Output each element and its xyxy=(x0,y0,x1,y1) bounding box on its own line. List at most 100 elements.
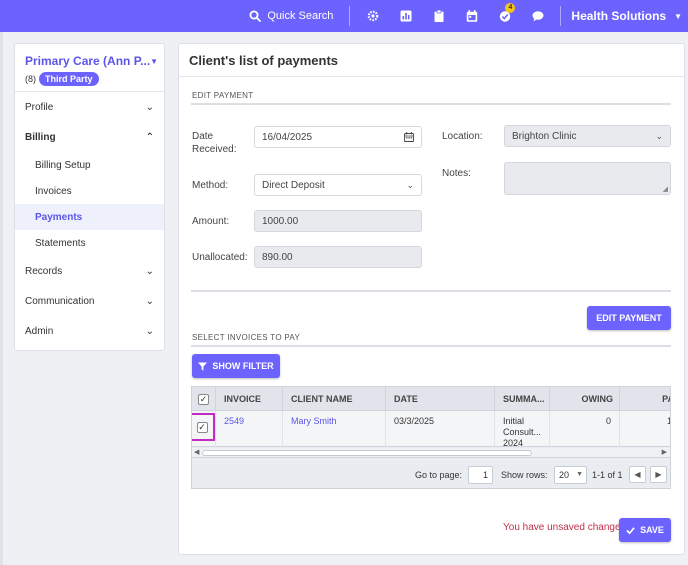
method-select[interactable]: Direct Deposit ⌄ xyxy=(254,174,422,196)
chevron-left-icon: ◀ xyxy=(634,470,641,479)
reports-button[interactable] xyxy=(389,0,422,32)
tasks-button[interactable]: 4 xyxy=(488,0,521,32)
column-header-client-name[interactable]: CLIENT NAME xyxy=(283,387,386,411)
method-label: Method: xyxy=(192,180,229,191)
rows-per-page-select[interactable]: 20 ▼ xyxy=(554,465,587,484)
column-header-paid[interactable]: PA xyxy=(620,387,670,411)
topbar-divider xyxy=(349,6,351,26)
calendar-icon[interactable] xyxy=(404,132,414,142)
table-row[interactable]: ✓ 2549 Mary Smith 03/3/2025 Initial Cons… xyxy=(192,411,670,447)
settings-button[interactable] xyxy=(356,0,389,32)
rows-per-page-value: 20 xyxy=(559,469,570,480)
select-all-cell: ✓ xyxy=(192,387,216,411)
show-rows-label: Show rows: xyxy=(501,469,548,480)
caret-down-icon: ▼ xyxy=(150,56,159,66)
scrollbar-thumb[interactable] xyxy=(202,450,532,456)
caret-down-icon: ▼ xyxy=(674,11,682,21)
column-header-date[interactable]: DATE xyxy=(386,387,495,411)
unsaved-changes-warning: You have unsaved changes xyxy=(503,522,626,533)
column-header-invoice[interactable]: INVOICE xyxy=(216,387,283,411)
client-switcher[interactable]: Primary Care (Ann P... ▼ xyxy=(25,54,158,68)
messages-button[interactable] xyxy=(521,0,554,32)
client-meta: (8) Third Party xyxy=(25,72,154,86)
save-label: SAVE xyxy=(640,525,664,535)
show-filter-button[interactable]: SHOW FILTER xyxy=(192,354,280,378)
sidebar-item-communication[interactable]: Communication ⌄ xyxy=(15,286,164,316)
location-label: Location: xyxy=(442,131,483,142)
row-select-cell: ✓ xyxy=(192,411,216,447)
sidebar-item-billing[interactable]: Billing ⌃ xyxy=(15,122,164,152)
notes-label: Notes: xyxy=(442,168,471,179)
chevron-down-icon: ⌄ xyxy=(145,101,154,113)
client-name: Primary Care (Ann P... xyxy=(25,54,151,68)
invoice-link[interactable]: 2549 xyxy=(216,411,283,447)
sidebar-subitem-payments[interactable]: Payments xyxy=(15,204,164,230)
gear-icon xyxy=(367,10,379,22)
go-to-page-label: Go to page: xyxy=(415,469,463,480)
tasks-badge: 4 xyxy=(505,3,516,13)
chevron-down-icon: ⌄ xyxy=(655,130,663,141)
invoices-grid: ✓ INVOICE CLIENT NAME DATE SUMMA... OWIN… xyxy=(191,386,671,489)
chevron-down-icon: ⌄ xyxy=(145,295,154,307)
org-menu[interactable]: Health Solutions ▼ xyxy=(567,9,688,23)
check-icon xyxy=(626,526,635,534)
amount-input[interactable]: 1000.00 xyxy=(254,210,422,232)
filter-icon xyxy=(198,361,208,371)
date-received-input[interactable]: 16/04/2025 xyxy=(254,126,422,148)
top-bar: Quick Search 4 Health Solutions ▼ xyxy=(0,0,688,32)
edit-payment-label: EDIT PAYMENT xyxy=(596,313,662,323)
form-divider xyxy=(191,290,671,292)
sidebar-subitem-billing-setup[interactable]: Billing Setup xyxy=(15,152,164,178)
client-header: Primary Care (Ann P... ▼ (8) Third Party xyxy=(15,44,164,92)
notes-textarea[interactable]: ◢ xyxy=(504,162,671,195)
left-rail xyxy=(0,32,3,565)
column-header-summary[interactable]: SUMMA... xyxy=(495,387,550,411)
sidebar-subitem-statements[interactable]: Statements xyxy=(15,230,164,256)
edit-payment-button[interactable]: EDIT PAYMENT xyxy=(587,306,671,330)
scroll-left-icon[interactable]: ◀ xyxy=(194,448,199,456)
column-header-owing[interactable]: OWING xyxy=(550,387,620,411)
show-filter-label: SHOW FILTER xyxy=(212,361,274,371)
scroll-right-icon[interactable]: ▶ xyxy=(662,448,667,456)
horizontal-scrollbar[interactable]: ◀ ▶ xyxy=(192,448,670,458)
sidebar-item-records[interactable]: Records ⌄ xyxy=(15,256,164,286)
calendar-icon xyxy=(466,10,478,22)
topbar-divider xyxy=(560,6,562,26)
grid-header: ✓ INVOICE CLIENT NAME DATE SUMMA... OWIN… xyxy=(192,387,670,411)
save-button[interactable]: SAVE xyxy=(619,518,671,542)
calendar-button[interactable] xyxy=(455,0,488,32)
date-label-line1: Date xyxy=(192,131,214,142)
chevron-down-icon: ⌄ xyxy=(406,179,414,190)
sidebar-item-label: Communication xyxy=(25,295,95,307)
amount-value: 1000.00 xyxy=(262,215,299,227)
date-received-value: 16/04/2025 xyxy=(262,131,313,143)
chat-icon xyxy=(532,11,544,22)
quick-search-button[interactable]: Quick Search xyxy=(249,10,333,22)
caret-down-icon: ▼ xyxy=(576,471,583,478)
client-count: (8) xyxy=(25,74,36,84)
prev-page-button[interactable]: ◀ xyxy=(629,466,646,483)
sidebar-item-label: Profile xyxy=(25,101,54,113)
invoice-summary: Initial Consult... 2024 xyxy=(495,411,550,447)
chevron-down-icon: ⌄ xyxy=(145,325,154,337)
summary-line2: Consult... xyxy=(503,427,542,437)
quick-search-label: Quick Search xyxy=(267,10,334,22)
row-checkbox[interactable]: ✓ xyxy=(196,421,208,433)
location-select[interactable]: Brighton Clinic ⌄ xyxy=(504,125,671,147)
chart-icon xyxy=(400,10,412,22)
search-icon xyxy=(249,10,262,22)
resize-grip-icon[interactable]: ◢ xyxy=(663,185,668,193)
next-page-button[interactable]: ▶ xyxy=(650,466,667,483)
select-all-checkbox[interactable]: ✓ xyxy=(198,393,209,405)
clipboard-button[interactable] xyxy=(422,0,455,32)
sidebar-item-admin[interactable]: Admin ⌄ xyxy=(15,316,164,346)
page-number-value: 1 xyxy=(482,469,488,480)
page-number-input[interactable]: 1 xyxy=(468,465,493,484)
sidebar-item-profile[interactable]: Profile ⌄ xyxy=(15,92,164,122)
location-value: Brighton Clinic xyxy=(512,130,577,142)
row-checkbox-highlight: ✓ xyxy=(192,413,215,441)
summary-line1: Initial xyxy=(503,416,525,426)
sidebar-subitem-invoices[interactable]: Invoices xyxy=(15,178,164,204)
page-title: Client's list of payments xyxy=(189,53,339,68)
client-name-link[interactable]: Mary Smith xyxy=(283,411,386,447)
